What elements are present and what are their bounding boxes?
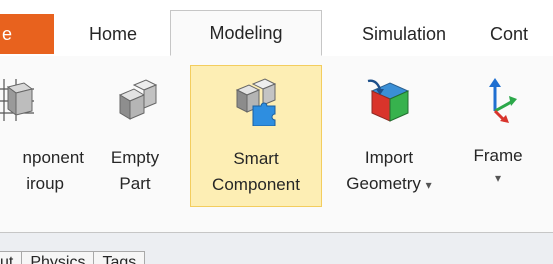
chevron-down-icon: ▾ [425,178,432,192]
import-geometry-label-line1: Import [364,148,414,167]
empty-part-label-line1: Empty [110,148,160,167]
frame-button[interactable]: Frame ▾ [460,65,536,207]
tab-file-label: e [2,24,13,44]
smart-component-icon [235,78,277,126]
frame-icon [489,78,517,123]
frame-label: Frame [473,146,523,165]
import-geometry-button[interactable]: Import Geometry ▾ [326,65,452,207]
tab-controller[interactable]: Cont [490,14,553,54]
import-geometry-icon [367,79,410,122]
lower-tab-layout[interactable]: ut [0,251,23,264]
lower-tab-physics[interactable]: Physics [21,251,95,264]
component-group-label-line2: iroup [26,174,64,193]
component-group-icon [0,79,34,121]
robotstudio-ribbon: e Home Simulation Cont Modeling nponent … [0,0,553,264]
component-group-label-line1: nponent [22,148,84,167]
chevron-down-icon: ▾ [494,171,502,185]
tab-file[interactable]: e [0,14,54,54]
lower-tab-tags[interactable]: Tags [93,251,146,264]
smart-component-button[interactable]: Smart Component [190,65,322,207]
empty-part-label-line2: Part [119,174,151,193]
empty-part-button[interactable]: Empty Part [98,65,172,207]
ribbon-body: nponent iroup Empty Part Smart Component… [0,56,553,232]
lower-panel-tabs: ut Physics Tags [0,251,146,264]
tab-home[interactable]: Home [66,14,160,54]
tab-simulation[interactable]: Simulation [334,14,474,54]
lower-panel-strip: ut Physics Tags [0,232,553,264]
smart-component-label-line2: Component [212,175,300,194]
tab-modeling[interactable]: Modeling [170,10,322,56]
smart-component-label-line1: Smart [233,149,279,168]
import-geometry-label-line2: Geometry [346,174,421,193]
empty-part-icon [118,79,158,120]
component-group-button[interactable]: nponent iroup [0,65,90,207]
